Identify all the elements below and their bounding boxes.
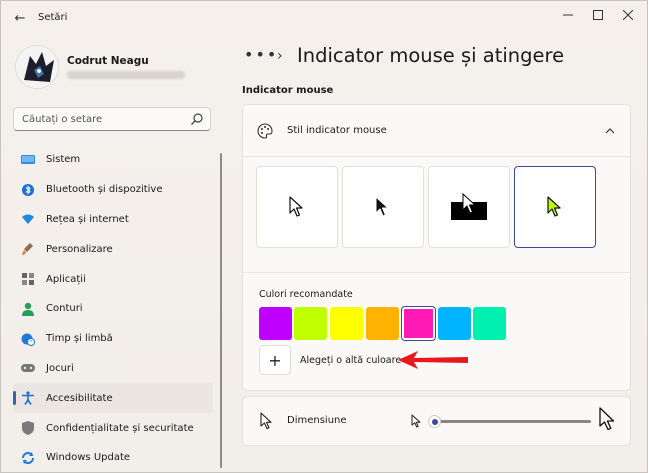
- maximize-button[interactable]: [587, 6, 609, 24]
- shield-icon: [21, 421, 35, 436]
- sidebar-item-label: Personalizare: [46, 243, 113, 255]
- search-box[interactable]: [13, 107, 211, 131]
- add-custom-color-label: Alegeți o altă culoare: [300, 355, 402, 366]
- sidebar-item-apps[interactable]: Aplicații: [13, 264, 213, 294]
- sidebar-item-network[interactable]: Rețea și internet: [13, 205, 213, 235]
- minimize-icon: [563, 14, 573, 16]
- sidebar-item-label: Timp și limbă: [46, 333, 113, 345]
- user-email-blurred: [67, 71, 185, 79]
- size-slider-thumb[interactable]: [428, 415, 441, 428]
- pointer-size-card: Dimensiune: [242, 396, 631, 446]
- sidebar-item-sistem[interactable]: Sistem: [13, 145, 213, 175]
- paintbrush-icon: [21, 242, 35, 256]
- color-swatch-lime[interactable]: [294, 307, 327, 340]
- back-arrow-icon: ←: [14, 10, 26, 26]
- search-input[interactable]: [22, 108, 182, 130]
- sidebar-item-label: Sistem: [46, 154, 81, 166]
- maximize-icon: [593, 10, 603, 20]
- page-title: Indicator mouse și atingere: [297, 44, 565, 67]
- color-swatch-purple[interactable]: [259, 307, 292, 340]
- pointer-style-label: Stil indicator mouse: [287, 125, 387, 136]
- sidebar-item-time-language[interactable]: Timp și limbă: [13, 324, 213, 354]
- pointer-style-inverted[interactable]: [428, 166, 510, 248]
- close-icon: [623, 10, 633, 20]
- settings-window: ← Setări Codrut Neagu Căutați o setare S…: [0, 0, 648, 473]
- sidebar-item-label: Windows Update: [46, 452, 131, 464]
- color-swatch-blue[interactable]: [438, 307, 471, 340]
- section-heading: Indicator mouse: [242, 85, 334, 96]
- plus-icon: +: [268, 350, 282, 370]
- custom-color-cursor-icon: [547, 196, 561, 217]
- sidebar-item-windows-update[interactable]: Windows Update: [13, 443, 213, 472]
- pointer-style-card: Stil indicator mouse Culori recomandate …: [242, 104, 631, 391]
- pointer-style-black[interactable]: [342, 166, 424, 248]
- avatar-image-icon: [16, 46, 58, 88]
- back-button[interactable]: ←: [9, 8, 31, 28]
- annotation-arrow-icon: [398, 351, 468, 369]
- gamepad-icon: [21, 361, 35, 375]
- small-cursor-icon: [411, 414, 421, 428]
- sidebar-item-privacy[interactable]: Confidențialitate și securitate: [13, 413, 213, 443]
- add-custom-color-button[interactable]: +: [259, 345, 291, 375]
- chevron-up-icon[interactable]: [603, 124, 617, 138]
- app-title: Setări: [38, 12, 68, 23]
- palette-icon: [257, 123, 273, 139]
- minimize-button[interactable]: [557, 6, 579, 24]
- color-swatch-orange[interactable]: [366, 307, 399, 340]
- pointer-style-white[interactable]: [256, 166, 338, 248]
- monitor-icon: [21, 153, 35, 167]
- sidebar-item-label: Accesibilitate: [46, 392, 113, 404]
- breadcrumb-chevron-icon: ›: [277, 48, 283, 64]
- sidebar-item-label: Rețea și internet: [46, 213, 129, 225]
- recommended-colors-label: Culori recomandate: [259, 289, 353, 300]
- search-icon[interactable]: [190, 112, 204, 126]
- sidebar-item-label: Confidențialitate și securitate: [46, 422, 194, 434]
- title-bar: ← Setări: [1, 1, 647, 35]
- white-cursor-icon: [289, 196, 303, 217]
- user-name: Codrut Neagu: [67, 55, 149, 67]
- sidebar-item-label: Conturi: [46, 303, 83, 315]
- person-icon: [21, 302, 35, 316]
- black-cursor-icon: [375, 196, 389, 217]
- sidebar-item-accessibility[interactable]: Accesibilitate: [13, 383, 213, 414]
- pointer-size-label: Dimensiune: [287, 415, 347, 426]
- sidebar-item-accounts[interactable]: Conturi: [13, 294, 213, 324]
- divider: [243, 272, 630, 273]
- sidebar-item-gaming[interactable]: Jocuri: [13, 354, 213, 384]
- pointer-style-custom[interactable]: [514, 166, 596, 248]
- sidebar-scrollbar[interactable]: [220, 153, 222, 468]
- sidebar-item-label: Jocuri: [46, 362, 74, 374]
- color-swatch-aqua[interactable]: [473, 307, 506, 340]
- globe-clock-icon: [21, 332, 35, 346]
- apps-icon: [21, 272, 35, 286]
- bluetooth-icon: [21, 183, 35, 197]
- sidebar-item-label: Aplicații: [46, 273, 86, 285]
- sidebar-nav: Sistem Bluetooth și dispozitive Rețea și…: [13, 145, 213, 472]
- update-icon: [21, 451, 35, 465]
- accessibility-icon: [21, 391, 35, 406]
- size-cursor-icon: [260, 412, 272, 430]
- large-cursor-icon: [599, 407, 615, 431]
- close-button[interactable]: [617, 6, 639, 24]
- wifi-icon: [21, 212, 35, 226]
- pointer-style-header[interactable]: Stil indicator mouse: [243, 105, 630, 157]
- sidebar-item-personalization[interactable]: Personalizare: [13, 234, 213, 264]
- sidebar-item-label: Bluetooth și dispozitive: [46, 184, 163, 196]
- sidebar-item-bluetooth[interactable]: Bluetooth și dispozitive: [13, 175, 213, 205]
- breadcrumb-more-button[interactable]: •••: [244, 45, 278, 64]
- avatar[interactable]: [15, 45, 59, 89]
- color-swatch-pink[interactable]: [401, 306, 436, 341]
- inverted-cursor-icon: [451, 192, 487, 220]
- color-swatch-yellow[interactable]: [330, 307, 363, 340]
- size-slider-track[interactable]: [433, 420, 591, 423]
